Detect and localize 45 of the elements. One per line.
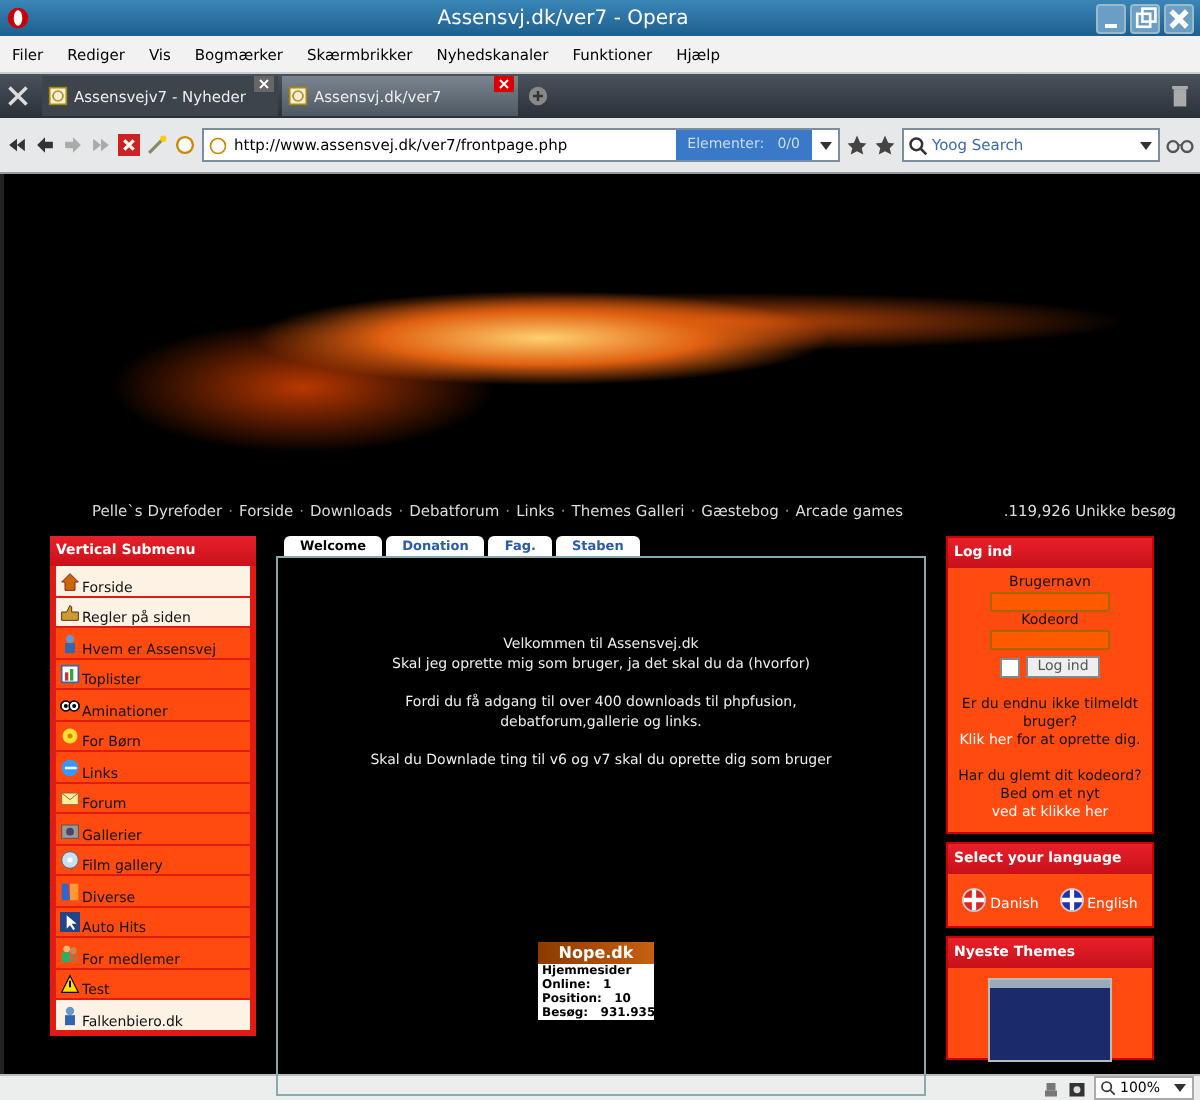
back-arrow-icon[interactable] xyxy=(34,134,56,156)
minimize-button[interactable] xyxy=(1096,3,1126,33)
disc-icon xyxy=(60,850,80,870)
remember-checkbox[interactable] xyxy=(999,657,1020,677)
hand-icon xyxy=(60,602,80,622)
eyes-icon xyxy=(60,695,80,715)
plus-icon[interactable] xyxy=(528,86,548,106)
wrench-icon[interactable] xyxy=(6,84,30,108)
restore-icon xyxy=(1132,5,1158,31)
people-icon xyxy=(60,943,80,963)
wand-icon[interactable] xyxy=(146,134,168,156)
search-icon xyxy=(908,135,928,155)
camera-icon xyxy=(60,819,80,839)
username-field[interactable] xyxy=(990,592,1110,612)
close-tab-icon[interactable] xyxy=(254,76,274,92)
theme-screenshot-placeholder xyxy=(988,978,1112,1062)
search-icon xyxy=(1100,1080,1116,1096)
chart-icon xyxy=(60,664,80,684)
person-icon xyxy=(60,633,80,653)
warning-icon xyxy=(60,974,80,994)
envelope-icon xyxy=(60,788,80,808)
camera-icon[interactable] xyxy=(1068,1079,1086,1097)
window-title: Assensvj.dk/ver7 - Opera xyxy=(435,7,691,29)
minimize-icon xyxy=(1104,23,1118,27)
password-field[interactable] xyxy=(990,630,1110,650)
person-icon xyxy=(60,1005,80,1025)
cursor-icon xyxy=(60,912,80,932)
house-icon xyxy=(60,571,80,591)
close-icon xyxy=(1166,5,1192,31)
flag-icon xyxy=(1059,888,1084,912)
dropdown-arrow-icon[interactable] xyxy=(1138,137,1154,153)
dropdown-arrow-icon[interactable] xyxy=(818,137,834,153)
rewind-icon[interactable] xyxy=(6,134,28,156)
close-tab-icon[interactable] xyxy=(494,76,514,92)
star-icon[interactable] xyxy=(874,134,896,156)
trash-icon[interactable] xyxy=(1172,85,1188,107)
stop-icon[interactable] xyxy=(118,134,140,156)
dropdown-arrow-icon[interactable] xyxy=(1172,1080,1188,1096)
star-icon[interactable] xyxy=(846,134,868,156)
opera-logo-icon xyxy=(6,6,30,30)
flag-icon xyxy=(962,888,987,912)
restore-button[interactable] xyxy=(1130,3,1160,33)
widget-title: Nope.dk xyxy=(538,942,654,964)
close-button[interactable] xyxy=(1164,3,1194,33)
glasses-icon[interactable] xyxy=(1166,134,1194,156)
